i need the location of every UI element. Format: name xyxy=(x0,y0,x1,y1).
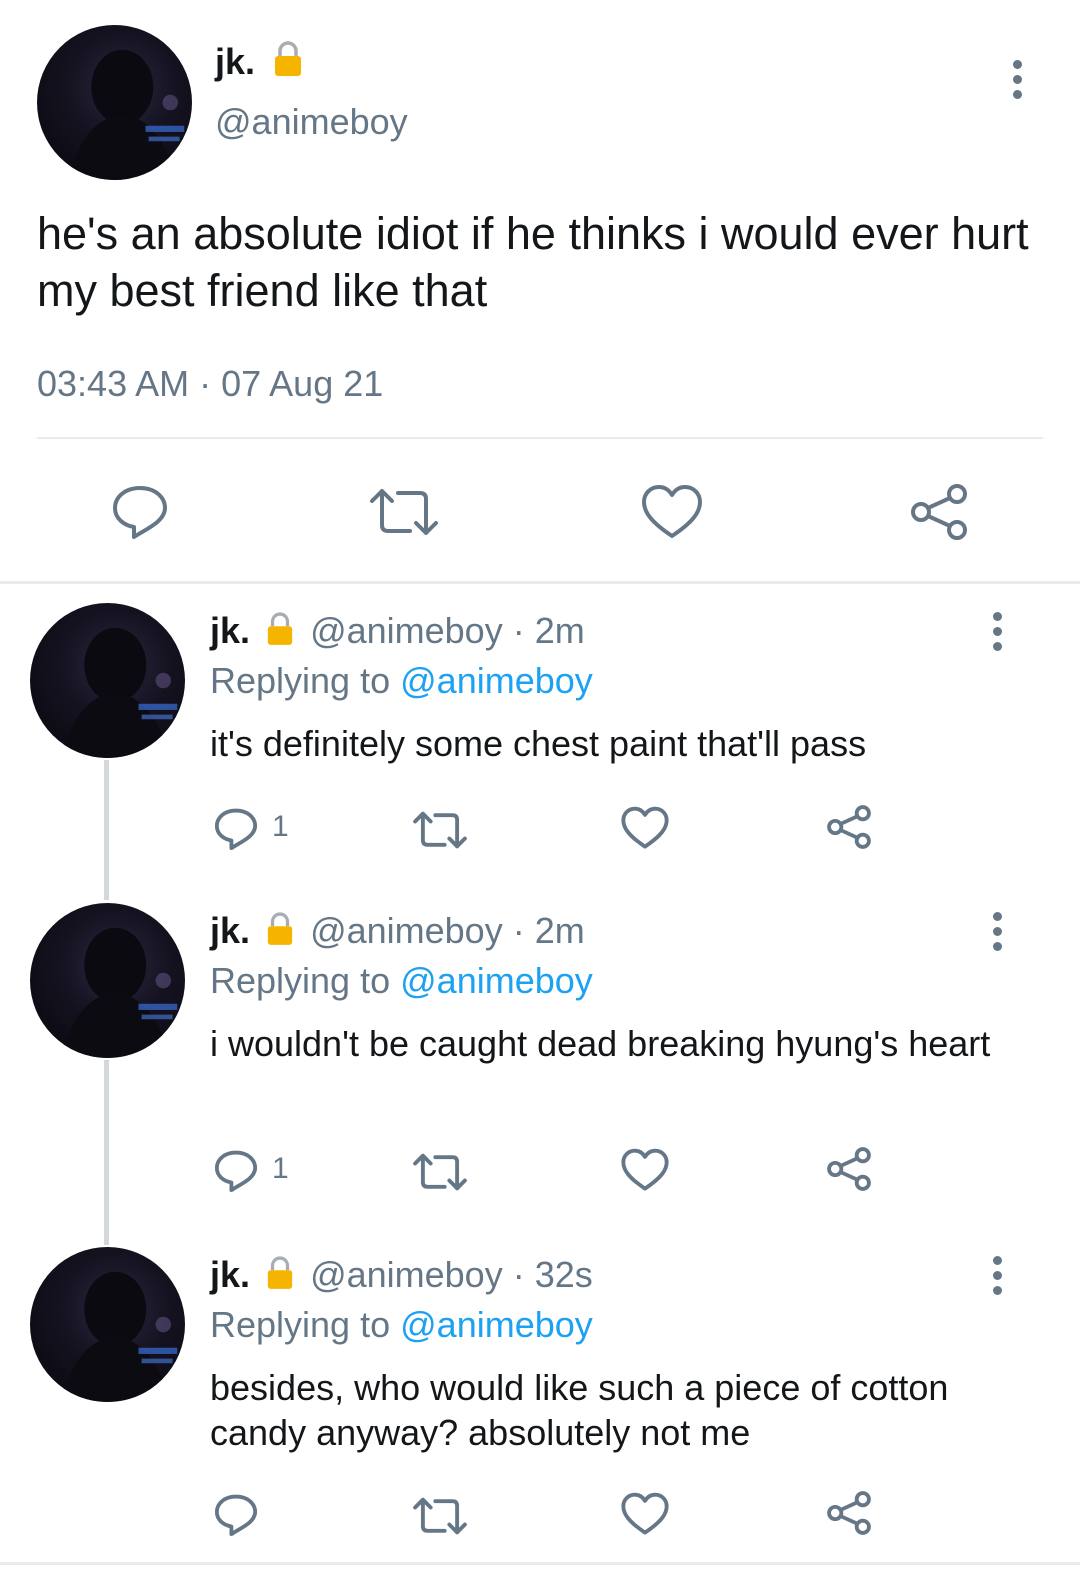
reply-header: jk. @animeboy · 32s xyxy=(210,1253,593,1297)
replying-to: Replying to @animeboy xyxy=(210,1304,593,1345)
reply-count: 1 xyxy=(272,810,289,843)
reply-icon[interactable] xyxy=(110,482,170,542)
lock-icon xyxy=(267,1256,293,1289)
thread-line xyxy=(104,1060,109,1245)
reply-text: it's definitely some chest paint that'll… xyxy=(210,723,867,764)
replying-to: Replying to @animeboy xyxy=(210,960,593,1001)
reply-count: 1 xyxy=(272,1152,289,1185)
avatar[interactable] xyxy=(30,903,185,1058)
reply-text: besides, who would like such a piece of … xyxy=(210,1367,949,1453)
author-handle[interactable]: @animeboy xyxy=(310,910,503,951)
share-icon[interactable] xyxy=(908,482,970,542)
retweet-icon[interactable] xyxy=(412,1152,468,1192)
reply-icon[interactable] xyxy=(213,1492,259,1538)
author-handle[interactable]: @animeboy xyxy=(310,610,503,651)
retweet-icon[interactable] xyxy=(412,1496,468,1536)
divider xyxy=(37,437,1043,439)
replying-to-link[interactable]: @animeboy xyxy=(400,1304,593,1345)
like-icon[interactable] xyxy=(641,484,703,540)
retweet-icon[interactable] xyxy=(412,810,468,850)
like-icon[interactable] xyxy=(621,1148,669,1192)
reply-time: · 32s xyxy=(512,1254,593,1295)
reply-icon[interactable] xyxy=(213,1148,259,1194)
avatar[interactable] xyxy=(30,603,185,758)
lock-icon xyxy=(267,912,293,945)
avatar[interactable] xyxy=(30,1247,185,1402)
reply-header: jk. @animeboy · 2m xyxy=(210,609,585,653)
lock-icon xyxy=(275,41,302,76)
like-icon[interactable] xyxy=(621,1492,669,1536)
more-options-icon[interactable] xyxy=(990,612,1004,651)
reply-icon[interactable] xyxy=(213,806,259,852)
share-icon[interactable] xyxy=(825,1490,873,1536)
author-name[interactable]: jk. xyxy=(215,41,255,82)
lock-icon xyxy=(267,612,293,645)
replying-to-link[interactable]: @animeboy xyxy=(400,660,593,701)
retweet-icon[interactable] xyxy=(368,487,440,537)
more-options-icon[interactable] xyxy=(1010,60,1024,99)
reply-header: jk. @animeboy · 2m xyxy=(210,909,585,953)
replying-to-link[interactable]: @animeboy xyxy=(400,960,593,1001)
section-separator xyxy=(0,581,1080,584)
thread-line xyxy=(104,760,109,900)
reply-time: · 2m xyxy=(512,610,585,651)
author-name[interactable]: jk. xyxy=(210,1254,250,1295)
author-handle[interactable]: @animeboy xyxy=(310,1254,503,1295)
main-tweet-author-handle[interactable]: @animeboy xyxy=(215,100,408,144)
tweet-timestamp: 03:43 AM · 07 Aug 21 xyxy=(37,363,384,404)
avatar[interactable] xyxy=(37,25,192,180)
more-options-icon[interactable] xyxy=(990,912,1004,951)
main-tweet-author-name[interactable]: jk. xyxy=(215,40,303,83)
tweet-text: he's an absolute idiot if he thinks i wo… xyxy=(37,208,1029,316)
share-icon[interactable] xyxy=(825,1146,873,1192)
reply-text: i wouldn't be caught dead breaking hyung… xyxy=(210,1023,991,1064)
like-icon[interactable] xyxy=(621,806,669,850)
author-name[interactable]: jk. xyxy=(210,910,250,951)
more-options-icon[interactable] xyxy=(990,1256,1004,1295)
bottom-separator xyxy=(0,1562,1080,1565)
share-icon[interactable] xyxy=(825,804,873,850)
author-name[interactable]: jk. xyxy=(210,610,250,651)
reply-time: · 2m xyxy=(512,910,585,951)
replying-to: Replying to @animeboy xyxy=(210,660,593,701)
